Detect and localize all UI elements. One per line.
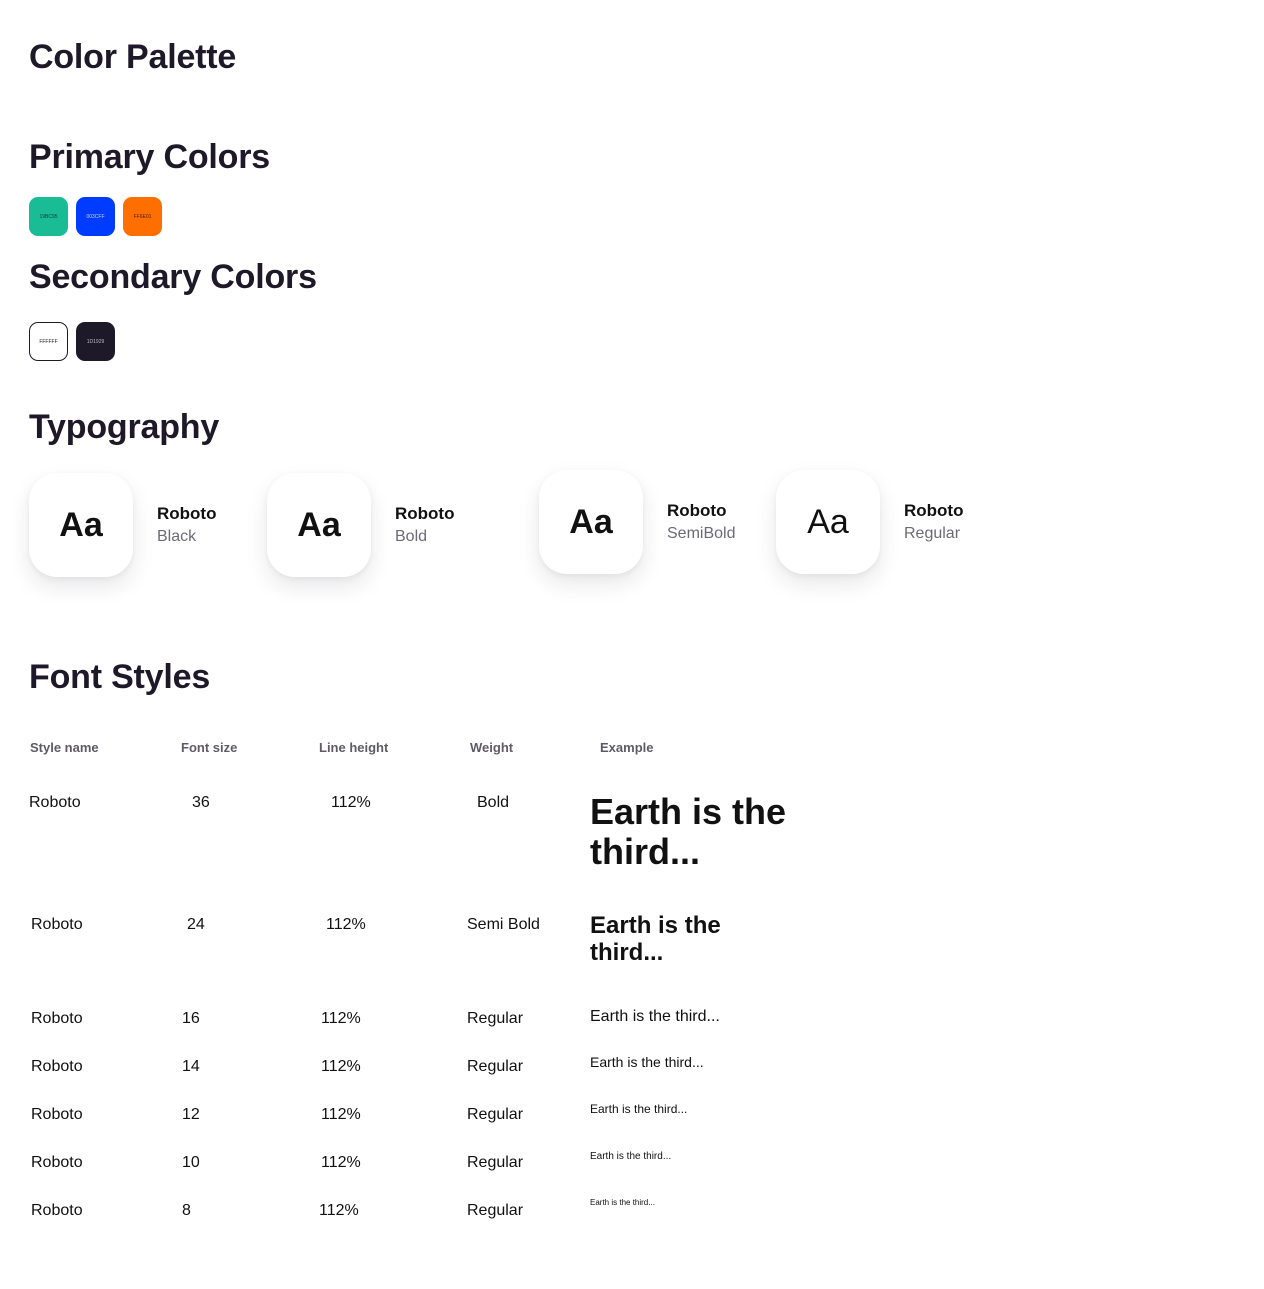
- swatch-blue[interactable]: 003CFF: [76, 197, 115, 236]
- font-sample-badge: Aa: [776, 470, 880, 574]
- font-family-label: Roboto: [157, 504, 217, 523]
- row-style-name: Roboto: [31, 916, 83, 933]
- row-line-height: 112%: [321, 1010, 361, 1027]
- font-weight-label: SemiBold: [667, 525, 736, 542]
- row-example: Earth is the third...: [590, 791, 787, 873]
- row-style-name: Roboto: [31, 1058, 83, 1075]
- row-font-size: 10: [182, 1154, 200, 1171]
- font-styles-heading: Font Styles: [29, 658, 211, 696]
- row-weight: Bold: [477, 794, 510, 811]
- font-family-label: Roboto: [395, 504, 455, 523]
- row-weight: Regular: [467, 1154, 524, 1171]
- swatch-white[interactable]: FFFFFF: [29, 322, 68, 361]
- page-title: Color Palette: [29, 38, 237, 76]
- row-weight: Regular: [467, 1202, 524, 1219]
- font-sample-badge: Aa: [539, 470, 643, 574]
- swatch-hex: 003CFF: [86, 213, 105, 220]
- row-font-size: 24: [187, 916, 205, 933]
- row-example: Earth is the third...: [590, 912, 721, 966]
- row-weight: Regular: [467, 1010, 524, 1027]
- font-weight-label: Bold: [395, 528, 428, 545]
- font-weight-label: Regular: [904, 525, 961, 542]
- column-header-example: Example: [600, 740, 654, 755]
- row-line-height: 112%: [321, 1106, 361, 1123]
- row-line-height: 112%: [321, 1058, 361, 1075]
- swatch-hex: 19BC95: [39, 213, 58, 220]
- row-example: Earth is the third...: [590, 1054, 704, 1070]
- row-line-height: 112%: [321, 1154, 361, 1171]
- row-font-size: 16: [182, 1010, 200, 1027]
- row-font-size: 8: [182, 1202, 191, 1219]
- font-card-bold: Aa Roboto Bold: [267, 473, 454, 577]
- row-example: Earth is the third...: [590, 1151, 672, 1162]
- row-weight: Regular: [467, 1058, 524, 1075]
- row-style-name: Roboto: [31, 1010, 83, 1027]
- swatch-hex: FF6E01: [133, 213, 152, 220]
- row-example: Earth is the third...: [590, 1102, 688, 1116]
- font-card-semibold: Aa Roboto SemiBold: [539, 470, 735, 574]
- swatch-hex: 1D1929: [86, 338, 105, 345]
- swatch-dark[interactable]: 1D1929: [76, 322, 115, 361]
- row-font-size: 12: [182, 1106, 200, 1123]
- row-style-name: Roboto: [31, 1154, 83, 1171]
- secondary-swatch-row: FFFFFF 1D1929: [29, 322, 115, 361]
- secondary-colors-heading: Secondary Colors: [29, 258, 317, 296]
- font-family-label: Roboto: [667, 501, 727, 520]
- font-sample-badge: Aa: [29, 473, 133, 577]
- column-header-style-name: Style name: [30, 740, 99, 755]
- row-line-height: 112%: [326, 916, 366, 933]
- swatch-teal[interactable]: 19BC95: [29, 197, 68, 236]
- font-weight-label: Black: [157, 528, 197, 545]
- row-style-name: Roboto: [29, 794, 81, 811]
- swatch-hex: FFFFFF: [39, 338, 58, 345]
- column-header-line-height: Line height: [319, 740, 389, 755]
- row-weight: Semi Bold: [467, 916, 540, 933]
- font-sample-badge: Aa: [267, 473, 371, 577]
- row-example: Earth is the third...: [590, 1198, 655, 1207]
- primary-colors-heading: Primary Colors: [29, 138, 270, 176]
- row-example: Earth is the third...: [590, 1008, 720, 1025]
- row-line-height: 112%: [331, 794, 371, 811]
- primary-swatch-row: 19BC95 003CFF FF6E01: [29, 197, 162, 236]
- column-header-font-size: Font size: [181, 740, 238, 755]
- row-weight: Regular: [467, 1106, 524, 1123]
- row-line-height: 112%: [319, 1202, 359, 1219]
- swatch-orange[interactable]: FF6E01: [123, 197, 162, 236]
- row-style-name: Roboto: [31, 1106, 83, 1123]
- row-style-name: Roboto: [31, 1202, 83, 1219]
- font-card-black: Aa Roboto Black: [29, 473, 216, 577]
- font-family-label: Roboto: [904, 501, 964, 520]
- row-font-size: 14: [182, 1058, 200, 1075]
- font-card-regular: Aa Roboto Regular: [776, 470, 963, 574]
- typography-heading: Typography: [29, 408, 220, 446]
- column-header-weight: Weight: [470, 740, 514, 755]
- row-font-size: 36: [192, 794, 210, 811]
